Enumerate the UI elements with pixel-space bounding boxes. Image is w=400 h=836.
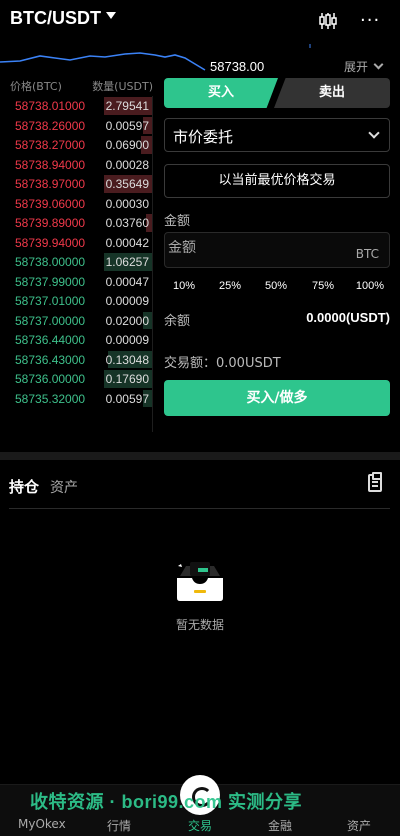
- ask-row[interactable]: 58739.06000 0.00030: [0, 194, 156, 214]
- order-type-value: 市价委托: [173, 128, 234, 146]
- tab-assets[interactable]: 资产: [50, 477, 78, 497]
- bid-price: 58736.43000: [15, 352, 86, 367]
- bid-price: 58737.00000: [15, 313, 86, 328]
- bid-row[interactable]: 58735.32000 0.00597: [0, 389, 156, 409]
- chevron-down-icon: [368, 127, 380, 139]
- bid-price: 58737.99000: [15, 274, 86, 289]
- more-dots-icon[interactable]: ···: [360, 10, 380, 31]
- bid-row[interactable]: 58736.44000 0.00009: [0, 330, 156, 350]
- bid-qty: 0.00009: [105, 294, 149, 308]
- bid-price: 58738.00000: [15, 255, 86, 269]
- bid-price: 58737.01000: [15, 294, 86, 308]
- ask-qty: 0.00042: [105, 235, 149, 250]
- percent-100[interactable]: 100%: [350, 280, 390, 292]
- amount-field[interactable]: BTC: [164, 232, 390, 268]
- ask-price: 58738.26000: [15, 118, 86, 133]
- bid-qty: 0.13048: [105, 352, 149, 367]
- ask-price: 58738.94000: [15, 157, 86, 172]
- bid-row[interactable]: 58737.00000 0.02000: [0, 311, 156, 331]
- orderbook-price-header: 价格(BTC): [10, 80, 62, 93]
- bid-qty: 1.06257: [105, 255, 149, 269]
- empty-state-text: 暂无数据: [175, 618, 224, 632]
- ask-row[interactable]: 58738.94000 0.00028: [0, 155, 156, 175]
- bid-qty: 0.02000: [105, 313, 149, 328]
- orderbook-divider: [152, 96, 153, 432]
- bid-qty: 0.17690: [105, 372, 149, 386]
- nav-finance[interactable]: 金融: [268, 817, 292, 834]
- bid-price: 58736.00000: [15, 372, 86, 386]
- ask-price: 58738.27000: [15, 138, 86, 152]
- tab-buy[interactable]: 买入: [164, 78, 278, 108]
- candlestick-chart-icon[interactable]: [318, 12, 338, 30]
- trade-amount: 交易额：0.00USDT: [164, 356, 281, 371]
- balance-value: 0.0000(USDT): [306, 310, 390, 325]
- percent-10[interactable]: 10%: [164, 280, 204, 292]
- bid-row[interactable]: 58736.00000 0.17690: [0, 369, 156, 389]
- ask-price: 58739.89000: [15, 216, 86, 230]
- tab-sell[interactable]: 卖出: [274, 78, 390, 108]
- amount-input[interactable]: [168, 240, 328, 256]
- ask-qty: 2.79541: [105, 99, 149, 113]
- orderbook-qty-header: 数量(USDT): [92, 80, 153, 93]
- balance-label: 余额: [164, 314, 191, 329]
- expand-label: 展开: [344, 60, 369, 74]
- section-divider: [0, 452, 400, 460]
- positions-divider: [9, 508, 390, 509]
- amount-unit: BTC: [355, 247, 379, 261]
- nav-trade[interactable]: 交易: [188, 817, 212, 834]
- bid-qty: 0.00047: [105, 274, 149, 289]
- chevron-down-icon: [373, 59, 384, 70]
- percent-selector: 10% 25% 50% 75% 100%: [164, 280, 390, 296]
- ask-price: 58739.06000: [15, 196, 86, 211]
- bid-qty: 0.00009: [105, 333, 149, 347]
- ask-qty: 0.03760: [105, 216, 149, 230]
- side-tabs: 买入 卖出: [164, 78, 390, 108]
- ask-row[interactable]: 58738.01000 2.79541: [0, 96, 156, 116]
- last-price: 58738.00: [210, 59, 265, 74]
- bid-row[interactable]: 58738.00000 1.06257: [0, 252, 156, 272]
- submit-buy-button[interactable]: 买入/做多: [164, 380, 390, 416]
- ask-price: 58738.01000: [15, 99, 86, 113]
- amount-label: 金额: [164, 214, 191, 229]
- nav-assets[interactable]: 资产: [347, 817, 371, 834]
- app-header: BTC/USDT ···: [0, 0, 400, 44]
- expand-toggle[interactable]: 展开: [344, 58, 384, 75]
- ask-qty: 0.35649: [105, 177, 149, 191]
- percent-75[interactable]: 75%: [303, 280, 343, 292]
- ask-row[interactable]: 58739.89000 0.03760: [0, 213, 156, 233]
- ask-qty: 0.00597: [105, 118, 149, 133]
- order-type-select[interactable]: 市价委托: [164, 118, 390, 152]
- bid-price: 58736.44000: [15, 333, 86, 347]
- ask-row[interactable]: 58738.27000 0.06900: [0, 135, 156, 155]
- nav-markets[interactable]: 行情: [107, 817, 131, 834]
- bid-row[interactable]: 58736.43000 0.13048: [0, 350, 156, 370]
- bid-row[interactable]: 58737.99000 0.00047: [0, 272, 156, 292]
- mini-price-chart: [0, 44, 311, 71]
- orderbook: 58738.01000 2.79541 58738.26000 0.00597 5873…: [0, 96, 156, 408]
- bid-price: 58735.32000: [15, 391, 86, 406]
- pair-title[interactable]: BTC/USDT: [10, 8, 101, 29]
- percent-50[interactable]: 50%: [256, 280, 296, 292]
- bid-qty: 0.00597: [105, 391, 149, 406]
- ask-price: 58739.94000: [15, 235, 86, 250]
- watermark-text: 收特资源 · bori99.com 实测分享: [30, 792, 303, 812]
- bid-row[interactable]: 58737.01000 0.00009: [0, 291, 156, 311]
- clipboard-icon[interactable]: [368, 472, 382, 492]
- ask-row[interactable]: 58738.26000 0.00597: [0, 116, 156, 136]
- ask-qty: 0.06900: [105, 138, 149, 152]
- ask-price: 58738.97000: [15, 177, 86, 191]
- tab-holdings[interactable]: 持仓: [9, 476, 39, 497]
- caret-down-icon[interactable]: [106, 12, 116, 19]
- ask-qty: 0.00028: [105, 157, 149, 172]
- empty-inbox-icon: [177, 562, 223, 601]
- ask-row[interactable]: 58739.94000 0.00042: [0, 233, 156, 253]
- percent-25[interactable]: 25%: [210, 280, 250, 292]
- best-price-button[interactable]: 以当前最优价格交易: [164, 164, 390, 198]
- ask-row[interactable]: 58738.97000 0.35649: [0, 174, 156, 194]
- nav-myokex[interactable]: MyOkex: [18, 817, 66, 831]
- ask-qty: 0.00030: [105, 196, 149, 211]
